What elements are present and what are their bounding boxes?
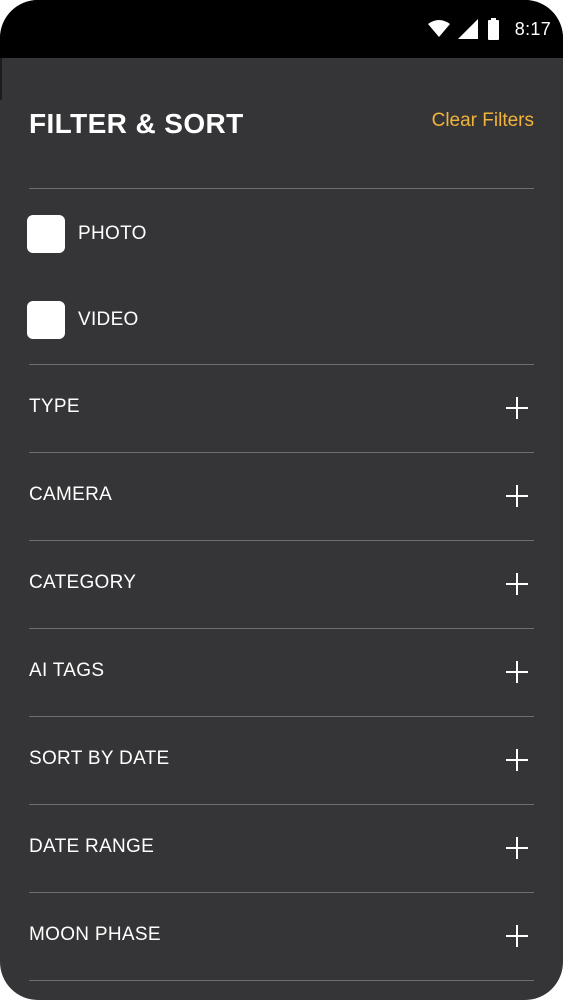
section-date-range[interactable]: DATE RANGE bbox=[29, 804, 534, 891]
section-camera[interactable]: CAMERA bbox=[29, 452, 534, 539]
section-type[interactable]: TYPE bbox=[29, 364, 534, 451]
video-label: VIDEO bbox=[78, 309, 139, 330]
filter-sort-screen: 8:17 FILTER & SORT Clear Filters PHOTO V… bbox=[0, 0, 563, 1000]
signal-icon bbox=[457, 19, 478, 39]
status-time: 8:17 bbox=[514, 18, 551, 39]
drawer-edge bbox=[0, 58, 2, 100]
plus-icon[interactable] bbox=[506, 485, 528, 507]
photo-checkbox[interactable] bbox=[27, 215, 65, 253]
status-icons: 8:17 bbox=[427, 16, 551, 42]
header: FILTER & SORT Clear Filters bbox=[29, 100, 534, 150]
section-label: TYPE bbox=[29, 396, 80, 417]
plus-icon[interactable] bbox=[506, 837, 528, 859]
page-title: FILTER & SORT bbox=[29, 108, 244, 139]
section-label: CATEGORY bbox=[29, 572, 137, 593]
photo-filter-row[interactable]: PHOTO bbox=[27, 214, 532, 254]
plus-icon[interactable] bbox=[506, 749, 528, 771]
section-sort-by-date[interactable]: SORT BY DATE bbox=[29, 716, 534, 803]
section-ai-tags[interactable]: AI TAGS bbox=[29, 628, 534, 715]
battery-icon bbox=[487, 18, 499, 40]
plus-icon[interactable] bbox=[506, 925, 528, 947]
divider bbox=[29, 188, 534, 189]
section-label: CAMERA bbox=[29, 484, 113, 505]
section-moon-phase[interactable]: MOON PHASE bbox=[29, 892, 534, 979]
section-label: MOON PHASE bbox=[29, 924, 161, 945]
section-label: SORT BY DATE bbox=[29, 748, 170, 769]
plus-icon[interactable] bbox=[506, 573, 528, 595]
section-label: DATE RANGE bbox=[29, 836, 155, 857]
section-category[interactable]: CATEGORY bbox=[29, 540, 534, 627]
photo-label: PHOTO bbox=[78, 223, 147, 244]
video-filter-row[interactable]: VIDEO bbox=[27, 300, 532, 340]
video-checkbox[interactable] bbox=[27, 301, 65, 339]
status-bar: 8:17 bbox=[0, 0, 563, 58]
clear-filters-button[interactable]: Clear Filters bbox=[432, 110, 534, 132]
section-label: AI TAGS bbox=[29, 660, 105, 681]
divider bbox=[29, 980, 534, 981]
plus-icon[interactable] bbox=[506, 397, 528, 419]
wifi-icon bbox=[427, 20, 450, 37]
plus-icon[interactable] bbox=[506, 661, 528, 683]
